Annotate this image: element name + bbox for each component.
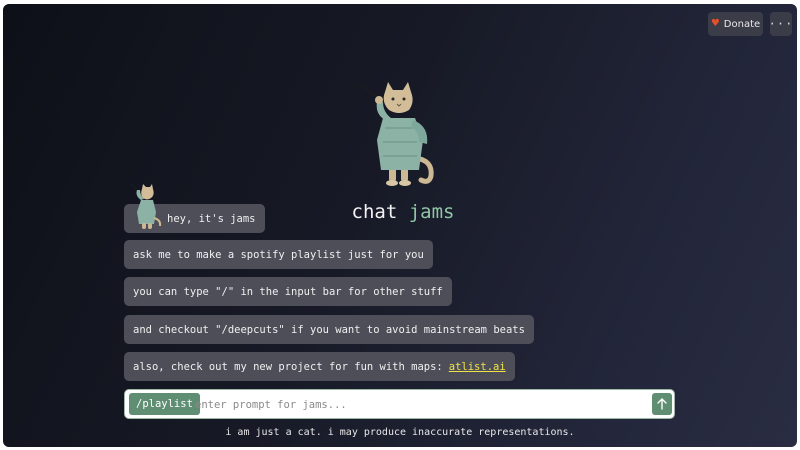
title-chat: chat [351,201,398,223]
more-options-button[interactable]: ··· [768,12,794,36]
message-text: you can type "/" in the input bar for ot… [133,285,443,298]
heart-icon: ♥ [710,18,720,29]
message-text: ask me to make a spotify playlist just f… [133,248,424,261]
prompt-input[interactable] [193,394,647,416]
arrow-up-icon [657,398,667,410]
disclaimer-text: i am just a cat. i may produce inaccurat… [225,427,575,438]
app-title: chat jams [343,201,463,223]
atlist-link[interactable]: atlist.ai [449,361,506,373]
more-icon: ··· [768,17,794,31]
command-chip[interactable]: /playlist [129,393,200,415]
chat-message: and checkout "/deepcuts" if you want to … [124,315,534,344]
app-window: ♥ Donate ··· chat jams hey, it's jams as… [3,4,797,447]
jams-avatar [130,183,162,229]
send-button[interactable] [652,393,672,415]
donate-button[interactable]: ♥ Donate [708,12,763,36]
prompt-bar: /playlist [124,389,675,419]
message-text: also, check out my new project for fun w… [133,360,443,373]
donate-label: Donate [723,18,761,30]
message-text: and checkout "/deepcuts" if you want to … [133,323,525,336]
title-jams: jams [408,201,455,223]
chat-message: you can type "/" in the input bar for ot… [124,277,452,306]
cat-conductor-illustration [358,82,434,186]
chat-message: also, check out my new project for fun w… [124,352,515,381]
command-label: /playlist [136,398,193,410]
chat-message: ask me to make a spotify playlist just f… [124,240,433,269]
message-text: hey, it's jams [167,212,256,225]
